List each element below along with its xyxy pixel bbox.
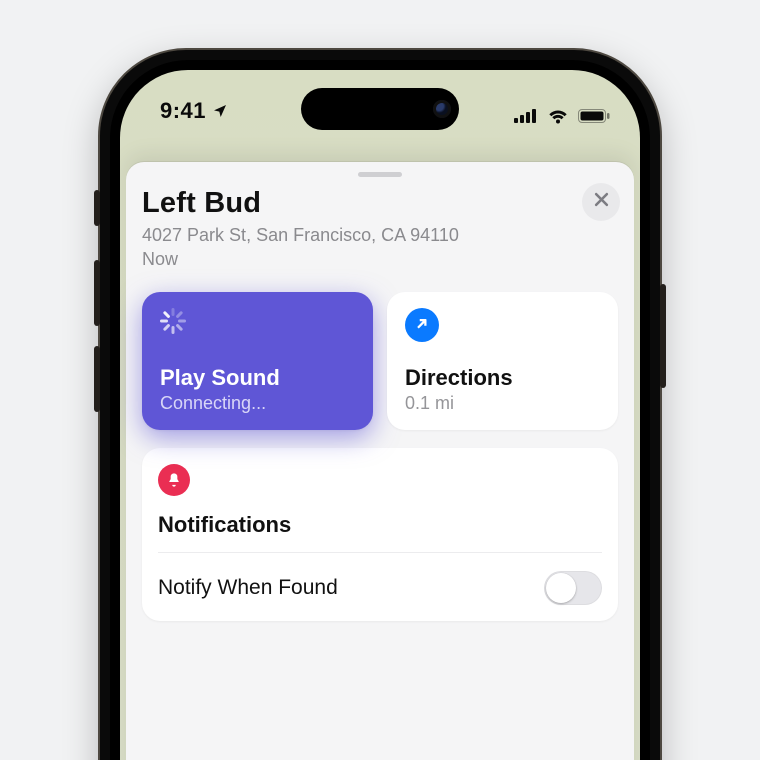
spinner-icon — [160, 308, 186, 334]
notify-when-found-switch[interactable] — [544, 571, 602, 605]
item-address: 4027 Park St, San Francisco, CA 94110 — [142, 224, 566, 247]
wifi-icon — [547, 108, 569, 124]
status-bar: 9:41 — [120, 70, 640, 126]
location-icon — [212, 103, 228, 119]
battery-icon — [578, 109, 610, 123]
notify-when-found-row: Notify When Found — [158, 552, 602, 621]
power-button — [660, 284, 666, 388]
status-clock: 9:41 — [160, 98, 206, 124]
bell-icon — [158, 464, 190, 496]
volume-down-button — [94, 346, 100, 412]
mute-switch — [94, 190, 100, 226]
item-last-seen: Now — [142, 249, 566, 270]
directions-card[interactable]: Directions 0.1 mi — [387, 292, 618, 430]
item-detail-sheet: Left Bud 4027 Park St, San Francisco, CA… — [126, 162, 634, 760]
sheet-grabber[interactable] — [358, 172, 402, 177]
notifications-heading: Notifications — [158, 512, 602, 538]
phone-frame: 9:41 — [100, 50, 660, 760]
item-title: Left Bud — [142, 187, 566, 220]
play-sound-status: Connecting... — [160, 393, 355, 414]
screen: 9:41 — [120, 70, 640, 760]
volume-up-button — [94, 260, 100, 326]
close-button[interactable] — [582, 183, 620, 221]
close-icon — [594, 192, 609, 212]
switch-knob — [546, 573, 576, 603]
notify-when-found-label: Notify When Found — [158, 576, 338, 600]
play-sound-label: Play Sound — [160, 365, 355, 391]
directions-icon — [405, 308, 439, 342]
notifications-section: Notifications Notify When Found — [142, 448, 618, 621]
directions-distance: 0.1 mi — [405, 393, 600, 414]
play-sound-card[interactable]: Play Sound Connecting... — [142, 292, 373, 430]
cell-signal-icon — [514, 109, 538, 123]
directions-label: Directions — [405, 365, 600, 391]
